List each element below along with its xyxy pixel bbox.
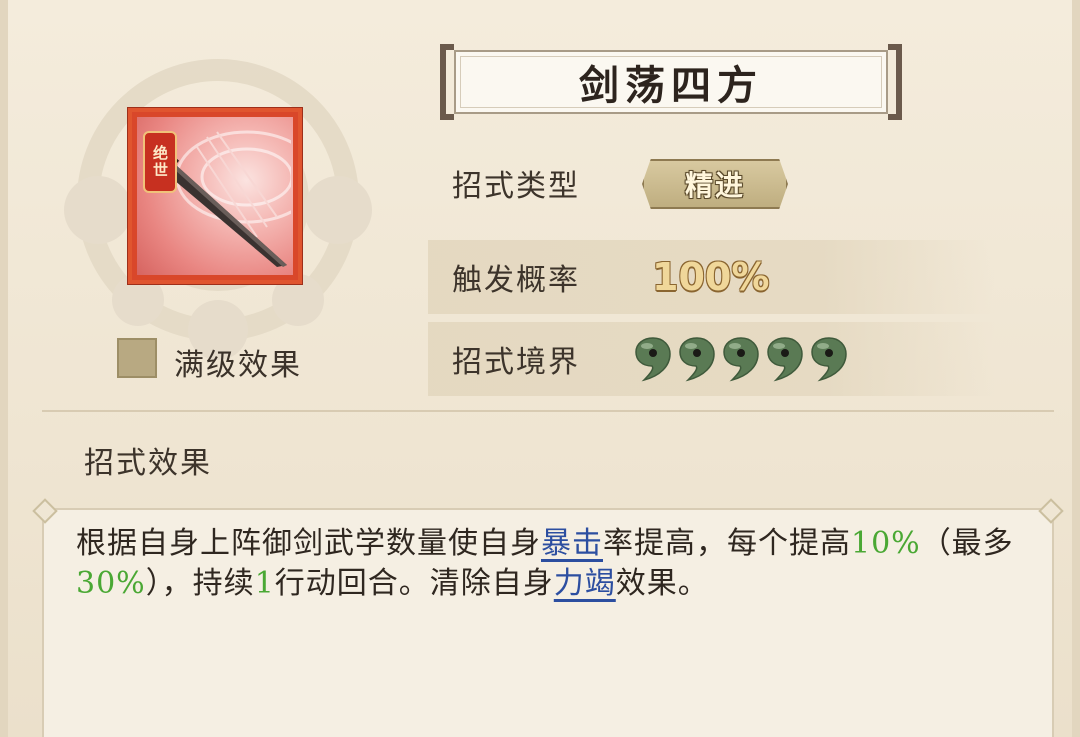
effect-text: 率提高，每个提高 — [603, 526, 851, 561]
max-level-label: 满级效果 — [174, 348, 302, 383]
skill-name: 剑荡四方 — [579, 62, 763, 109]
max-level-checkbox[interactable] — [117, 338, 157, 378]
title-plate-inner: 剑荡四方 — [454, 50, 888, 114]
title-bracket-right — [888, 44, 902, 120]
skill-type-row: 招式类型 精进 — [428, 146, 994, 220]
trigger-rate-label: 触发概率 — [452, 263, 580, 298]
realm-level-indicator — [634, 336, 848, 382]
skill-realm-row: 招式境界 — [428, 322, 994, 396]
section-divider — [42, 410, 1054, 412]
effect-keyword-link[interactable]: 暴击 — [541, 526, 603, 561]
trigger-rate-row: 触发概率 100% — [428, 240, 994, 314]
effect-number: 30% — [76, 566, 146, 601]
effect-section-title: 招式效果 — [84, 446, 212, 481]
skill-title-plate: 剑荡四方 — [440, 44, 902, 120]
effect-keyword-link[interactable]: 力竭 — [554, 566, 616, 601]
effect-description: 根据自身上阵御剑武学数量使自身暴击率提高，每个提高10%（最多 30%），持续1行… — [76, 524, 1016, 604]
effect-number: 10% — [851, 526, 921, 561]
effect-text: ），持续 — [145, 566, 255, 601]
effect-description-box: 根据自身上阵御剑武学数量使自身暴击率提高，每个提高10%（最多 30%），持续1行… — [42, 508, 1054, 737]
effect-number: 1 — [254, 566, 275, 601]
jade-realm-icon — [679, 337, 715, 382]
jade-realm-icon — [811, 337, 847, 382]
effect-text: （最多 — [920, 526, 1014, 561]
effect-text: 效果。 — [615, 566, 709, 601]
skill-detail-panel: 绝世 满级效果 剑荡四方 招式类型 精进 触发概率 100% 招式境界 招式效果… — [0, 0, 1080, 737]
skill-icon-frame[interactable]: 绝世 — [128, 108, 302, 284]
skill-realm-label: 招式境界 — [452, 345, 580, 380]
trigger-rate-value: 100% — [652, 255, 770, 299]
jade-realm-icon — [723, 337, 759, 382]
jade-realm-icon — [767, 337, 803, 382]
skill-type-badge: 精进 — [642, 159, 788, 209]
title-bracket-left — [440, 44, 454, 120]
effect-text: 行动回合。清除自身 — [274, 566, 554, 601]
effect-text: 根据自身上阵御剑武学数量使自身 — [76, 526, 541, 561]
rarity-tag: 绝世 — [143, 131, 177, 193]
sword-skill-icon: 绝世 — [137, 117, 293, 275]
skill-type-value: 精进 — [684, 169, 745, 202]
jade-realm-icon — [635, 337, 671, 382]
skill-type-label: 招式类型 — [452, 169, 580, 204]
